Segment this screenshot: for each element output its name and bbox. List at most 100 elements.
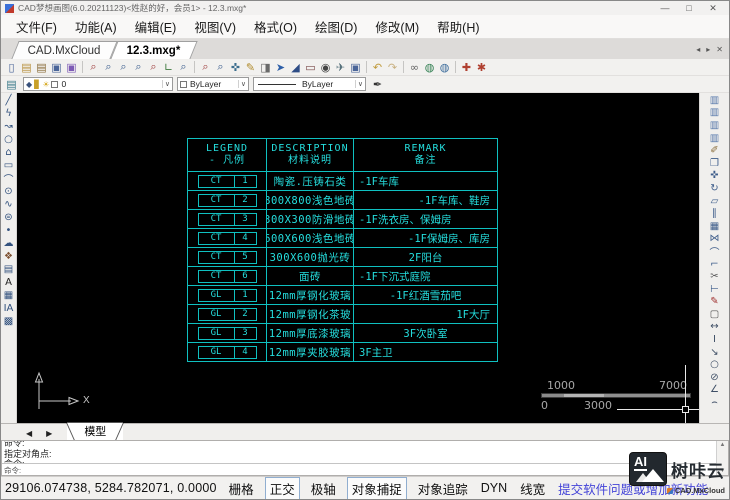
spline-fit-tool-icon[interactable]: ↝ <box>2 120 16 133</box>
status-toggle-polar[interactable]: 极轴 <box>309 478 338 499</box>
drawing-canvas[interactable]: LEGEND - 凡例 DESCRIPTION 材料说明 REMARK 备注 <box>17 93 699 423</box>
dim-diameter-icon[interactable]: ⊘ <box>708 371 722 384</box>
tab-scroll-right-icon[interactable]: ▸ <box>706 45 710 54</box>
menu-view[interactable]: 视图(V) <box>185 15 245 38</box>
command-scrollbar[interactable]: ▲ ▼ <box>716 441 728 475</box>
scale-tool-icon[interactable]: ▱ <box>708 195 722 208</box>
paint-tool-icon[interactable]: ✱ <box>474 60 489 75</box>
save-icon[interactable]: ▣ <box>49 60 64 75</box>
minimize-button[interactable]: — <box>653 2 677 15</box>
extend-tool-icon[interactable]: ⊢ <box>708 283 722 296</box>
hatch-tool-icon[interactable]: ▩ <box>2 315 16 328</box>
draw-pencil-icon[interactable]: ✎ <box>243 60 258 75</box>
status-toggle-lineweight[interactable]: 线宽 <box>518 478 547 499</box>
quick-save-icon[interactable]: ▣ <box>348 60 363 75</box>
open-file-icon[interactable]: ▤ <box>34 60 49 75</box>
open-template-icon[interactable]: ▤ <box>19 60 34 75</box>
array-tool-icon[interactable]: ▦ <box>708 220 722 233</box>
polyline-tool-icon[interactable]: ϟ <box>2 107 16 120</box>
line-tool-icon[interactable]: ╱ <box>2 94 16 107</box>
dim-leader-icon[interactable]: ↘ <box>708 346 722 359</box>
send-icon[interactable]: ✈ <box>333 60 348 75</box>
move-tool-icon[interactable]: ✜ <box>708 170 722 183</box>
color-select-arrow-icon[interactable]: ∨ <box>238 80 246 88</box>
rotate-tool-icon[interactable]: ↻ <box>708 182 722 195</box>
paint-brush-icon[interactable]: ✎ <box>708 296 722 309</box>
cloud-doc-icon-4[interactable]: ▥ <box>708 132 722 145</box>
dim-text-icon[interactable]: Ⅰ <box>708 333 722 346</box>
status-toggle-grid[interactable]: 栅格 <box>227 478 256 499</box>
scroll-down-icon[interactable]: ▼ <box>720 468 726 474</box>
color-select[interactable]: ByLayer ∨ <box>177 77 249 91</box>
select-rect-icon[interactable]: ▢ <box>708 308 722 321</box>
menu-help[interactable]: 帮助(H) <box>428 15 488 38</box>
donut-tool-icon[interactable]: ⊙ <box>2 185 16 198</box>
linetype-select[interactable]: ByLayer ∨ <box>253 77 366 91</box>
zoom-scale-icon[interactable]: ⌕ <box>176 60 191 75</box>
polygon-tool-icon[interactable]: ⌂ <box>2 146 16 159</box>
feedback-link[interactable]: 提交软件问题或增加新功能 <box>558 479 708 498</box>
tab-drawing-12-3[interactable]: 12.3.mxg* <box>110 41 197 59</box>
save-as-icon[interactable]: ▣ <box>64 60 79 75</box>
wedge-icon[interactable]: ◢ <box>288 60 303 75</box>
find-icon[interactable]: ◉ <box>318 60 333 75</box>
zoom-all-icon[interactable]: ⌕ <box>213 60 228 75</box>
menu-file[interactable]: 文件(F) <box>7 15 66 38</box>
repair-tool-icon[interactable]: ✚ <box>459 60 474 75</box>
menu-format[interactable]: 格式(O) <box>245 15 306 38</box>
hyperlink-icon[interactable]: ∞ <box>407 60 422 75</box>
layout-prev-button[interactable]: ◀ <box>19 429 39 440</box>
measure-angle-icon[interactable]: ∟ <box>161 60 176 75</box>
tab-cad-mxcloud[interactable]: CAD.MxCloud <box>11 41 117 59</box>
status-toggle-otrack[interactable]: 对象追踪 <box>416 478 470 499</box>
status-toggle-ortho[interactable]: 正交 <box>265 477 300 500</box>
command-input[interactable]: 命令: <box>2 463 728 476</box>
dim-arc-icon[interactable]: ⌢ <box>708 396 722 409</box>
pan-icon[interactable]: ✜ <box>228 60 243 75</box>
fillet-tool-icon[interactable]: ⌒ <box>708 245 722 258</box>
layout-next-button[interactable]: ▶ <box>39 429 59 440</box>
dim-linear-icon[interactable]: ↔ <box>708 321 722 334</box>
trim-tool-icon[interactable]: ✂ <box>708 270 722 283</box>
zoom-in-icon[interactable]: ⌕ <box>116 60 131 75</box>
offset-tool-icon[interactable]: ∥ <box>708 207 722 220</box>
web-icon[interactable]: ◍ <box>422 60 437 75</box>
zoom-window-icon[interactable]: ⌕ <box>101 60 116 75</box>
model-tab[interactable]: 模型 <box>67 422 123 440</box>
layers-panel-icon[interactable]: ▤ <box>4 77 19 92</box>
status-toggle-osnap[interactable]: 对象捕捉 <box>347 477 407 500</box>
undo-icon[interactable]: ↶ <box>370 60 385 75</box>
new-file-icon[interactable]: ▯ <box>4 60 19 75</box>
chamfer-tool-icon[interactable]: ⌐ <box>708 258 722 271</box>
dim-angular-icon[interactable]: ∠ <box>708 384 722 397</box>
spline-tool-icon[interactable]: ∿ <box>2 198 16 211</box>
zoom-out-icon[interactable]: ⌕ <box>131 60 146 75</box>
cloud-doc-icon-3[interactable]: ▥ <box>708 119 722 132</box>
menu-modify[interactable]: 修改(M) <box>366 15 428 38</box>
layer-select-arrow-icon[interactable]: ∨ <box>162 80 170 88</box>
copy-tool-icon[interactable]: ❐ <box>708 157 722 170</box>
mtext-tool-icon[interactable]: IA <box>2 302 16 315</box>
redo-icon[interactable]: ↷ <box>385 60 400 75</box>
navigate-icon[interactable]: ➤ <box>273 60 288 75</box>
viewport-icon[interactable]: ▭ <box>303 60 318 75</box>
scroll-up-icon[interactable]: ▲ <box>720 442 726 448</box>
status-toggle-dyn[interactable]: DYN <box>479 480 509 496</box>
maximize-button[interactable]: □ <box>677 2 701 15</box>
ellipse-tool-icon[interactable]: ⊜ <box>2 211 16 224</box>
insert-image-icon[interactable]: ▤ <box>2 263 16 276</box>
text-tool-icon[interactable]: A <box>2 276 16 289</box>
cloud-doc-icon-2[interactable]: ▥ <box>708 107 722 120</box>
menu-draw[interactable]: 绘图(D) <box>306 15 366 38</box>
erase-tool-icon[interactable]: ✐ <box>708 144 722 157</box>
layer-properties-icon[interactable]: ◨ <box>258 60 273 75</box>
zoom-realtime-icon[interactable]: ⌕ <box>198 60 213 75</box>
layer-select[interactable]: ◆▊☀ 0 ∨ <box>23 77 173 91</box>
cloud-doc-icon-1[interactable]: ▥ <box>708 94 722 107</box>
dim-radius-icon[interactable]: ○ <box>708 358 722 371</box>
command-line-panel[interactable]: 命令:指定对角点:命令: 命令: ▲ ▼ <box>1 440 729 476</box>
match-properties-icon[interactable]: ✒ <box>370 77 385 92</box>
zoom-previous-icon[interactable]: ⌕ <box>146 60 161 75</box>
linetype-select-arrow-icon[interactable]: ∨ <box>355 80 363 88</box>
zoom-extents-icon[interactable]: ⌕ <box>86 60 101 75</box>
